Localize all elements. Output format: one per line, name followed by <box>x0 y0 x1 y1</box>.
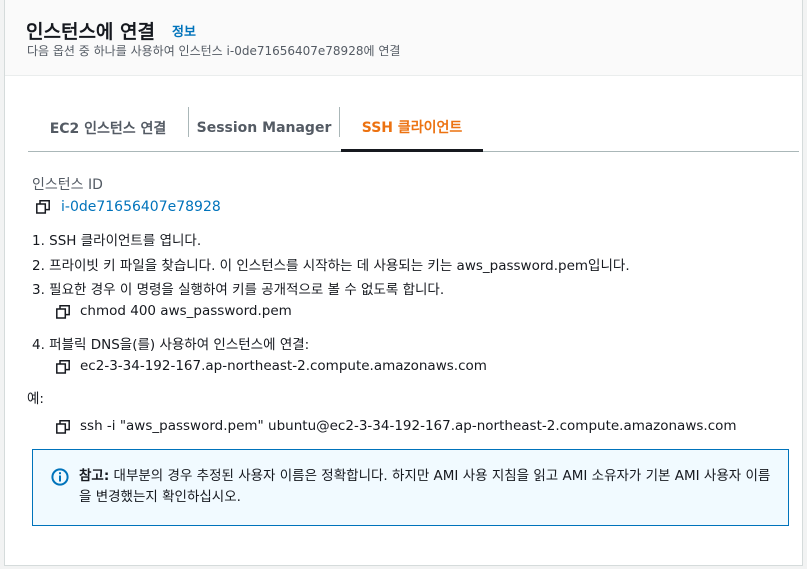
tab-session-manager[interactable]: Session Manager <box>189 105 339 151</box>
tab-ssh-client[interactable]: SSH 클라이언트 <box>341 105 483 152</box>
step-2: 2. 프라이빗 키 파일을 찾습니다. 이 인스턴스를 시작하는 데 사용되는 … <box>32 258 630 274</box>
connection-tabs: EC2 인스턴스 연결 Session Manager SSH 클라이언트 <box>28 105 799 152</box>
instance-id-value[interactable]: i-0de71656407e78928 <box>61 199 221 215</box>
connect-instance-panel: 인스턴스에 연결 정보 다음 옵션 중 하나를 사용하여 인스턴스 i-0de7… <box>4 0 803 566</box>
info-alert-text: 참고: 대부분의 경우 추정된 사용자 이름은 정확합니다. 하지만 AMI 사… <box>79 466 779 508</box>
ssh-example-command: ssh -i "aws_password.pem" ubuntu@ec2-3-3… <box>80 418 737 434</box>
tab-ec2-instance-connect[interactable]: EC2 인스턴스 연결 <box>28 105 188 151</box>
copy-icon[interactable] <box>56 360 70 374</box>
public-dns-value: ec2-3-34-192-167.ap-northeast-2.compute.… <box>80 358 487 374</box>
step-1: 1. SSH 클라이언트를 엽니다. <box>32 233 202 249</box>
page-title: 인스턴스에 연결 <box>26 21 155 43</box>
info-alert: 참고: 대부분의 경우 추정된 사용자 이름은 정확합니다. 하지만 AMI 사… <box>32 449 789 526</box>
step-3: 3. 필요한 경우 이 명령을 실행하여 키를 공개적으로 볼 수 없도록 합니… <box>32 282 445 298</box>
info-alert-title: 참고: <box>79 468 110 484</box>
page-subtitle: 다음 옵션 중 하나를 사용하여 인스턴스 i-0de71656407e7892… <box>27 44 401 58</box>
panel-header: 인스턴스에 연결 정보 다음 옵션 중 하나를 사용하여 인스턴스 i-0de7… <box>5 0 802 76</box>
copy-icon[interactable] <box>56 420 70 434</box>
copy-icon[interactable] <box>56 305 70 319</box>
example-label: 예: <box>27 391 44 407</box>
chmod-command: chmod 400 aws_password.pem <box>80 303 292 319</box>
tab-separator <box>339 107 340 137</box>
info-alert-body: 대부분의 경우 추정된 사용자 이름은 정확합니다. 하지만 AMI 사용 지침… <box>79 468 771 505</box>
copy-icon[interactable] <box>36 200 50 214</box>
instance-id-label: 인스턴스 ID <box>32 177 103 193</box>
info-link[interactable]: 정보 <box>172 21 196 40</box>
info-icon <box>51 468 69 486</box>
step-4: 4. 퍼블릭 DNS을(를) 사용하여 인스턴스에 연결: <box>32 337 310 353</box>
